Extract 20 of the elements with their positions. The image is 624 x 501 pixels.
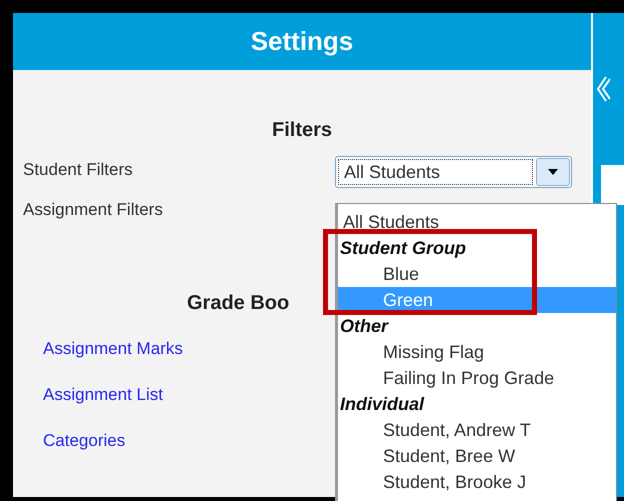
nav-link[interactable]: Assignment Marks (43, 339, 183, 359)
student-filter-dropdown[interactable]: All Students (335, 156, 572, 188)
dropdown-option[interactable]: Student, Andrew T (338, 417, 616, 443)
section-heading: Grade Boo (187, 291, 290, 316)
dropdown-option[interactable]: Other (338, 313, 616, 339)
nav-link[interactable]: Assignment List (43, 385, 163, 405)
dropdown-option[interactable]: Blue (338, 261, 616, 287)
dropdown-value: All Students (338, 159, 533, 185)
field-label: Assignment Filters (23, 200, 164, 220)
dropdown-option[interactable]: Missing Flag (338, 339, 616, 365)
dropdown-option[interactable]: Student, Brooke J (338, 469, 616, 495)
collapse-chevron-icon[interactable] (596, 75, 610, 103)
dropdown-option[interactable]: Student, Bree W (338, 443, 616, 469)
section-heading: Filters (270, 118, 334, 143)
nav-link[interactable]: Categories (43, 431, 126, 451)
panel-title: Settings (250, 26, 354, 57)
dropdown-option[interactable]: Individual (338, 391, 616, 417)
field-label: Student Filters (23, 160, 134, 180)
dropdown-option[interactable]: Failing In Prog Grade (338, 365, 616, 391)
dropdown-option[interactable]: Student Group (338, 235, 616, 261)
